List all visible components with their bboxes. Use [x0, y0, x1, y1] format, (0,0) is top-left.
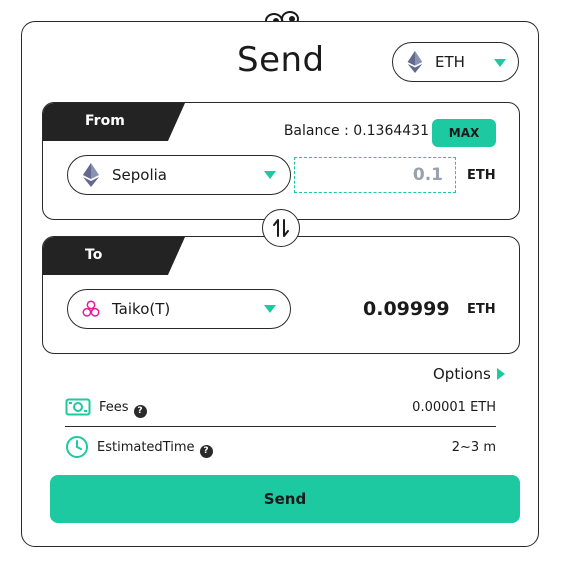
help-icon[interactable]: ?: [133, 404, 147, 418]
chevron-down-icon: [264, 305, 276, 313]
to-tab-label: To: [85, 247, 103, 263]
page-title: Send: [237, 40, 325, 80]
from-network-label: Sepolia: [112, 166, 167, 184]
fees-label: Fees: [99, 399, 129, 415]
max-button[interactable]: MAX: [432, 119, 496, 147]
from-unit-label: ETH: [467, 168, 496, 183]
estimated-time-value: 2~3 m: [451, 439, 496, 455]
balance-text: Balance : 0.1364431: [283, 123, 429, 139]
to-unit-label: ETH: [467, 302, 496, 317]
help-icon[interactable]: ?: [199, 444, 213, 458]
fees-value: 0.00001 ETH: [412, 399, 496, 415]
from-panel: From Balance : 0.1364431 MAX Sepolia ETH: [42, 102, 520, 220]
to-tab: To: [43, 237, 185, 275]
ethereum-icon: [407, 51, 423, 73]
swap-arrows-icon: [273, 219, 289, 237]
amount-input[interactable]: [294, 157, 456, 193]
chevron-down-icon: [494, 59, 506, 67]
divider: [65, 426, 496, 427]
from-tab: From: [43, 103, 185, 141]
options-toggle[interactable]: Options: [433, 365, 505, 383]
token-select[interactable]: ETH: [392, 42, 519, 82]
from-tab-label: From: [85, 113, 125, 129]
send-button[interactable]: Send: [50, 475, 520, 523]
ethereum-icon: [83, 163, 99, 187]
taiko-icon: [82, 300, 100, 317]
to-panel: To Taiko(T) 0.09999 ETH: [42, 236, 520, 354]
swap-direction-button[interactable]: [262, 209, 300, 247]
estimated-time-row: EstimatedTime ? 2~3 m: [65, 436, 496, 458]
from-network-select[interactable]: Sepolia: [67, 155, 291, 195]
to-network-label: Taiko(T): [112, 300, 171, 318]
token-select-label: ETH: [435, 53, 465, 71]
receive-amount: 0.09999: [363, 298, 450, 320]
triangle-right-icon: [496, 368, 505, 380]
to-network-select[interactable]: Taiko(T): [67, 289, 291, 329]
clock-icon: [66, 436, 88, 458]
estimated-time-label: EstimatedTime: [97, 439, 195, 455]
options-label: Options: [433, 365, 491, 383]
fees-row: Fees ? 0.00001 ETH: [65, 396, 496, 418]
chevron-down-icon: [264, 171, 276, 179]
cash-icon: [65, 398, 91, 416]
